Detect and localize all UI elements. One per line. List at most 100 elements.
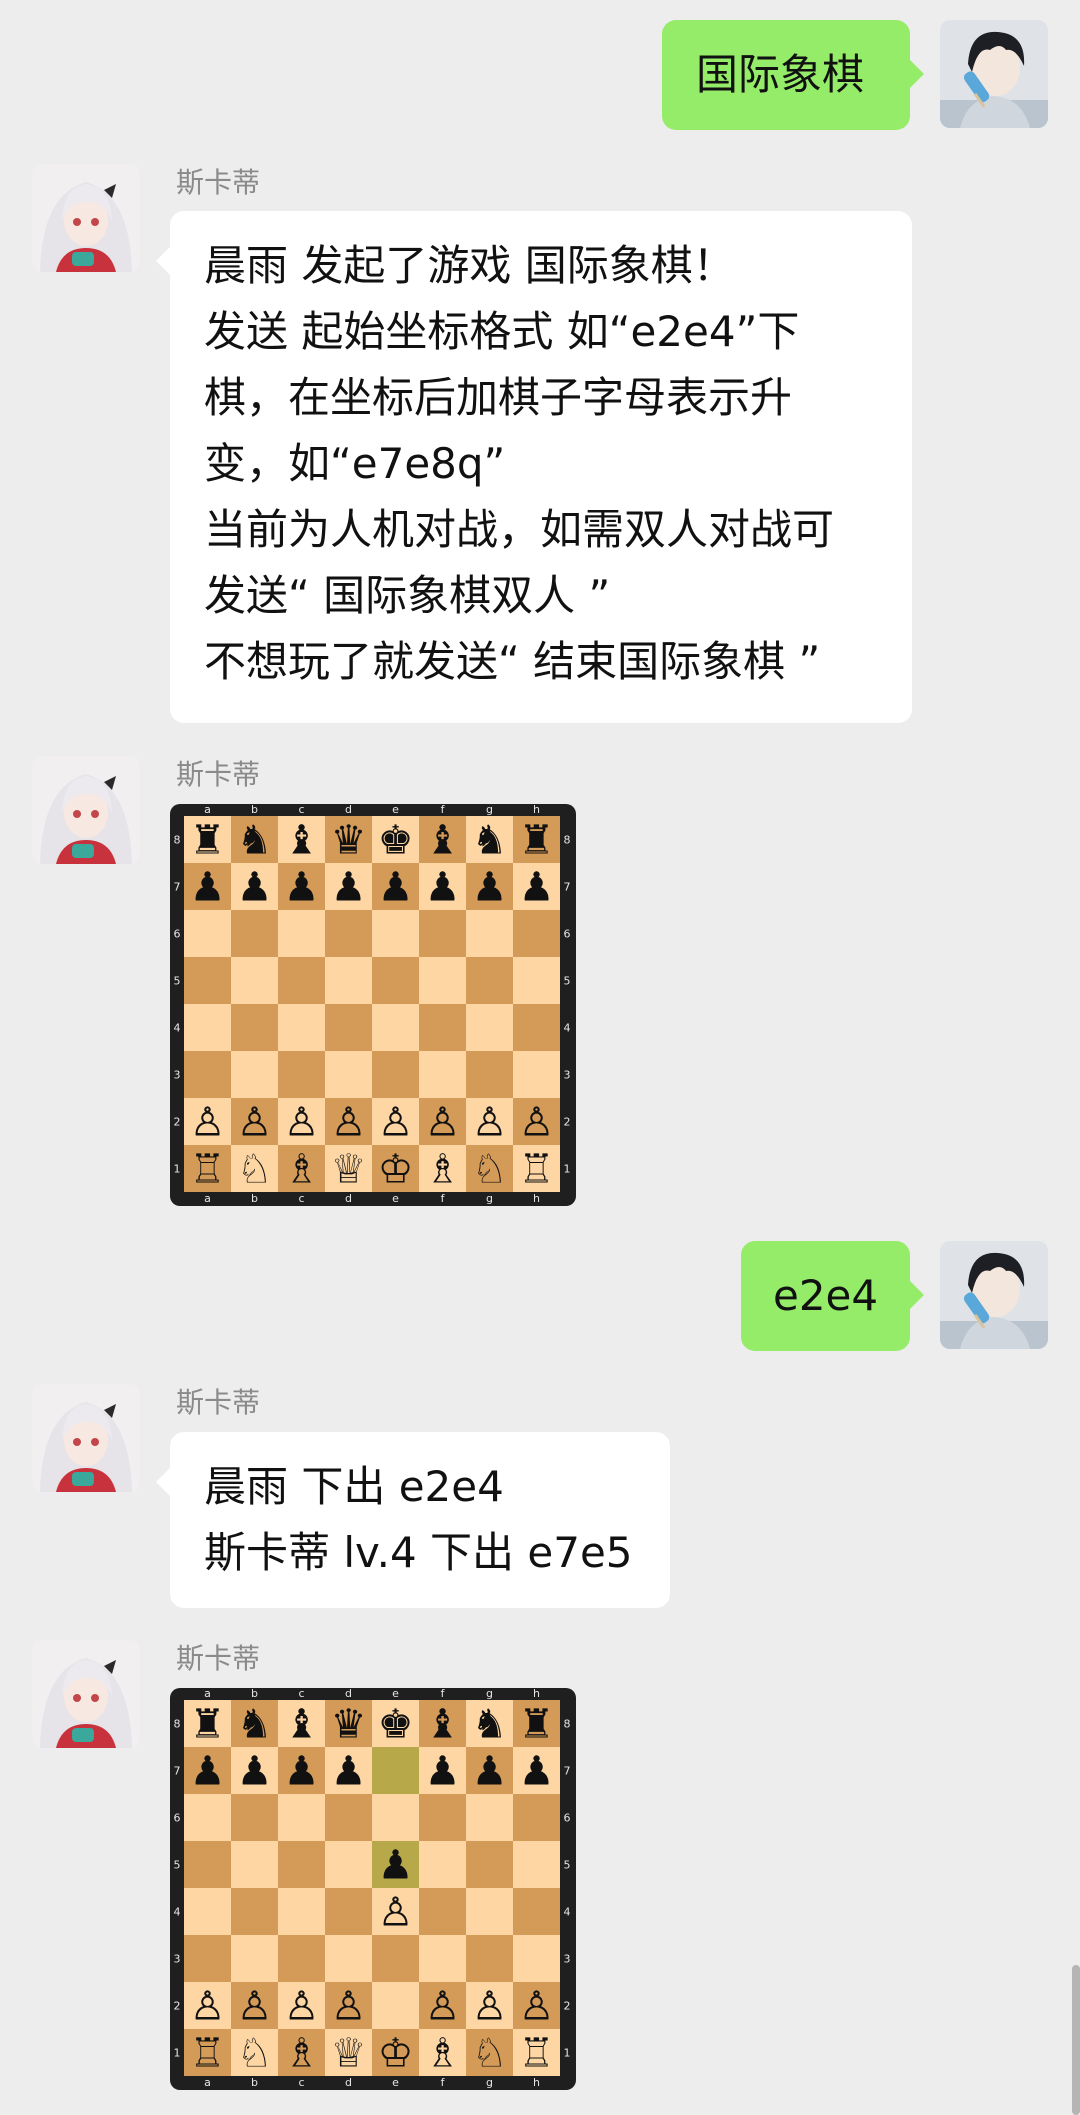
- square-b3[interactable]: [231, 1935, 278, 1982]
- square-h3[interactable]: [513, 1051, 560, 1098]
- square-a6[interactable]: [184, 1794, 231, 1841]
- square-c3[interactable]: [278, 1935, 325, 1982]
- bot-message-bubble[interactable]: 晨雨 下出 e2e4 斯卡蒂 lv.4 下出 e7e5: [156, 1432, 670, 1608]
- white-pawn-icon[interactable]: ♙: [331, 1100, 367, 1146]
- square-b3[interactable]: [231, 1051, 278, 1098]
- black-pawn-icon[interactable]: ♟: [519, 1749, 555, 1795]
- white-pawn-icon[interactable]: ♙: [472, 1100, 508, 1146]
- black-knight-icon[interactable]: ♞: [472, 1702, 508, 1748]
- white-pawn-icon[interactable]: ♙: [284, 1984, 320, 2030]
- white-pawn-icon[interactable]: ♙: [237, 1984, 273, 2030]
- black-bishop-icon[interactable]: ♝: [425, 818, 461, 864]
- square-h3[interactable]: [513, 1935, 560, 1982]
- square-d4[interactable]: [325, 1888, 372, 1935]
- black-pawn-icon[interactable]: ♟: [472, 1749, 508, 1795]
- white-knight-icon[interactable]: ♘: [472, 2031, 508, 2077]
- square-f4[interactable]: [419, 1888, 466, 1935]
- bot-avatar[interactable]: [32, 1384, 140, 1492]
- square-a4[interactable]: [184, 1888, 231, 1935]
- square-h5[interactable]: [513, 1841, 560, 1888]
- square-e3[interactable]: [372, 1051, 419, 1098]
- square-b5[interactable]: [231, 1841, 278, 1888]
- my-message-bubble[interactable]: 国际象棋: [662, 20, 924, 130]
- black-bishop-icon[interactable]: ♝: [425, 1702, 461, 1748]
- black-queen-icon[interactable]: ♛: [331, 1702, 367, 1748]
- square-c6[interactable]: [278, 1794, 325, 1841]
- square-g6[interactable]: [466, 910, 513, 957]
- square-e4[interactable]: [372, 1004, 419, 1051]
- black-pawn-icon[interactable]: ♟: [237, 865, 273, 911]
- black-knight-icon[interactable]: ♞: [472, 818, 508, 864]
- white-rook-icon[interactable]: ♖: [190, 1147, 226, 1193]
- square-b5[interactable]: [231, 957, 278, 1004]
- white-bishop-icon[interactable]: ♗: [284, 1147, 320, 1193]
- square-g3[interactable]: [466, 1935, 513, 1982]
- white-pawn-icon[interactable]: ♙: [190, 1984, 226, 2030]
- black-pawn-icon[interactable]: ♟: [472, 865, 508, 911]
- square-a5[interactable]: [184, 1841, 231, 1888]
- square-f6[interactable]: [419, 1794, 466, 1841]
- white-pawn-icon[interactable]: ♙: [378, 1890, 414, 1936]
- square-b4[interactable]: [231, 1004, 278, 1051]
- black-knight-icon[interactable]: ♞: [237, 818, 273, 864]
- black-rook-icon[interactable]: ♜: [190, 818, 226, 864]
- square-a3[interactable]: [184, 1935, 231, 1982]
- white-king-icon[interactable]: ♔: [378, 2031, 414, 2077]
- square-d4[interactable]: [325, 1004, 372, 1051]
- black-pawn-icon[interactable]: ♟: [331, 865, 367, 911]
- white-king-icon[interactable]: ♔: [378, 1147, 414, 1193]
- square-a3[interactable]: [184, 1051, 231, 1098]
- square-f5[interactable]: [419, 957, 466, 1004]
- black-queen-icon[interactable]: ♛: [331, 818, 367, 864]
- black-rook-icon[interactable]: ♜: [190, 1702, 226, 1748]
- square-h4[interactable]: [513, 1888, 560, 1935]
- white-pawn-icon[interactable]: ♙: [237, 1100, 273, 1146]
- black-pawn-icon[interactable]: ♟: [425, 1749, 461, 1795]
- square-b6[interactable]: [231, 910, 278, 957]
- chess-board-image[interactable]: ♜ ♞ ♝ ♛ ♚ ♝ ♞ ♜ ♟ ♟ ♟ ♟ ♟ ♟ ♟ ♟ ♙ ♙ ♙ ♙ ♙ ♙ ♙ ♙ ♖ ♘ ♗ ♕ ♔ ♗ ♘ ♖ a a b b c c d d…: [170, 1688, 576, 2090]
- black-pawn-icon[interactable]: ♟: [425, 865, 461, 911]
- my-avatar[interactable]: [940, 1241, 1048, 1349]
- square-e2[interactable]: [372, 1982, 419, 2029]
- square-c5[interactable]: [278, 1841, 325, 1888]
- square-a4[interactable]: [184, 1004, 231, 1051]
- black-rook-icon[interactable]: ♜: [519, 818, 555, 864]
- square-g4[interactable]: [466, 1888, 513, 1935]
- black-pawn-icon[interactable]: ♟: [190, 1749, 226, 1795]
- square-h5[interactable]: [513, 957, 560, 1004]
- white-bishop-icon[interactable]: ♗: [284, 2031, 320, 2077]
- scrollbar[interactable]: [1072, 1965, 1080, 2115]
- white-rook-icon[interactable]: ♖: [190, 2031, 226, 2077]
- black-pawn-icon[interactable]: ♟: [284, 1749, 320, 1795]
- square-c5[interactable]: [278, 957, 325, 1004]
- black-rook-icon[interactable]: ♜: [519, 1702, 555, 1748]
- black-pawn-icon[interactable]: ♟: [284, 865, 320, 911]
- square-e6[interactable]: [372, 1794, 419, 1841]
- square-g5[interactable]: [466, 957, 513, 1004]
- white-queen-icon[interactable]: ♕: [331, 2031, 367, 2077]
- white-bishop-icon[interactable]: ♗: [425, 1147, 461, 1193]
- square-d3[interactable]: [325, 1935, 372, 1982]
- my-avatar[interactable]: [940, 20, 1048, 128]
- white-pawn-icon[interactable]: ♙: [425, 1984, 461, 2030]
- square-a5[interactable]: [184, 957, 231, 1004]
- white-knight-icon[interactable]: ♘: [472, 1147, 508, 1193]
- square-g4[interactable]: [466, 1004, 513, 1051]
- square-b6[interactable]: [231, 1794, 278, 1841]
- black-pawn-icon[interactable]: ♟: [378, 1843, 414, 1889]
- white-knight-icon[interactable]: ♘: [237, 1147, 273, 1193]
- square-g6[interactable]: [466, 1794, 513, 1841]
- square-f6[interactable]: [419, 910, 466, 957]
- white-pawn-icon[interactable]: ♙: [190, 1100, 226, 1146]
- square-d6[interactable]: [325, 910, 372, 957]
- square-f5[interactable]: [419, 1841, 466, 1888]
- black-pawn-icon[interactable]: ♟: [237, 1749, 273, 1795]
- black-king-icon[interactable]: ♚: [378, 818, 414, 864]
- square-f3[interactable]: [419, 1051, 466, 1098]
- white-pawn-icon[interactable]: ♙: [519, 1100, 555, 1146]
- white-bishop-icon[interactable]: ♗: [425, 2031, 461, 2077]
- square-f3[interactable]: [419, 1935, 466, 1982]
- black-pawn-icon[interactable]: ♟: [190, 865, 226, 911]
- my-message-bubble[interactable]: e2e4: [741, 1241, 924, 1351]
- black-pawn-icon[interactable]: ♟: [519, 865, 555, 911]
